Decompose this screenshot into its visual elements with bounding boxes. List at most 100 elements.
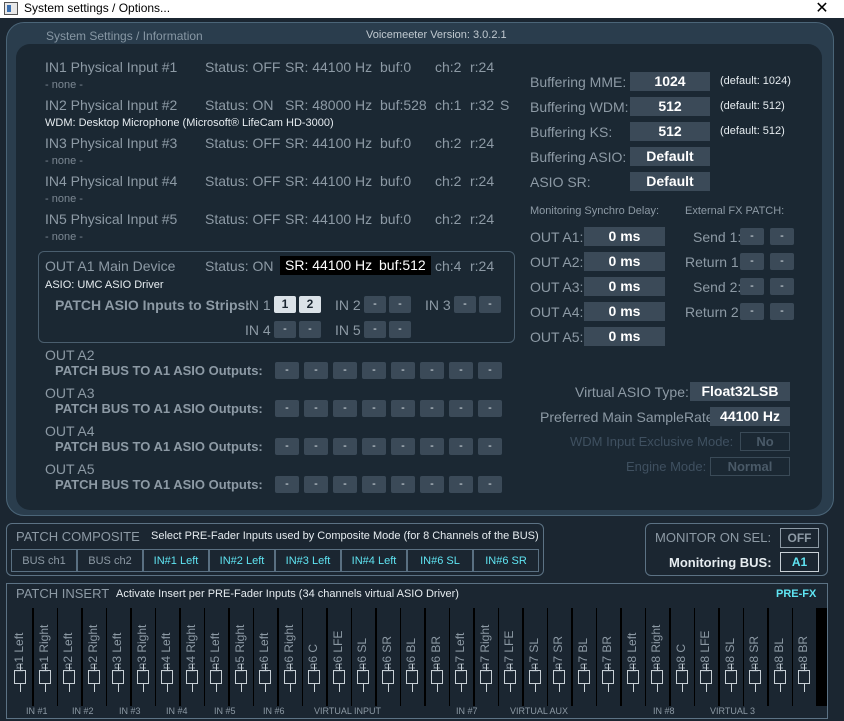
bus-patch-button[interactable]: -: [304, 438, 328, 455]
fx-patch-button[interactable]: -: [770, 228, 794, 245]
insert-checkbox[interactable]: [161, 670, 173, 684]
sync-delay-value[interactable]: 0 ms: [584, 227, 665, 246]
composite-channel-button[interactable]: IN#2 Left: [209, 549, 275, 572]
insert-checkbox[interactable]: [88, 670, 100, 684]
insert-checkbox[interactable]: [382, 670, 394, 684]
close-icon[interactable]: ✕: [800, 0, 844, 18]
insert-checkbox[interactable]: [14, 670, 26, 684]
insert-checkbox[interactable]: [406, 670, 418, 684]
bus-patch-button[interactable]: -: [333, 476, 357, 493]
insert-checkbox[interactable]: [504, 670, 516, 684]
strip-patch-button[interactable]: -: [454, 296, 476, 313]
insert-checkbox[interactable]: [749, 670, 761, 684]
bus-patch-button[interactable]: -: [275, 438, 299, 455]
insert-checkbox[interactable]: [137, 670, 149, 684]
insert-checkbox[interactable]: [284, 670, 296, 684]
insert-checkbox[interactable]: [112, 670, 124, 684]
strip-patch-button[interactable]: -: [389, 321, 411, 338]
composite-channel-button[interactable]: IN#6 SL: [407, 549, 473, 572]
monitor-on-sel-toggle[interactable]: OFF: [780, 528, 819, 548]
buffering-value[interactable]: 512: [630, 97, 710, 116]
strip-patch-button[interactable]: 2: [299, 296, 321, 313]
bus-patch-button[interactable]: -: [478, 476, 502, 493]
bus-patch-button[interactable]: -: [478, 400, 502, 417]
insert-checkbox[interactable]: [235, 670, 247, 684]
strip-patch-button[interactable]: 1: [274, 296, 296, 313]
buffering-value[interactable]: 512: [630, 122, 710, 141]
sync-delay-value[interactable]: 0 ms: [584, 252, 665, 271]
insert-checkbox[interactable]: [259, 670, 271, 684]
strip-patch-button[interactable]: -: [364, 321, 386, 338]
sync-delay-value[interactable]: 0 ms: [584, 277, 665, 296]
insert-checkbox[interactable]: [578, 670, 590, 684]
fx-patch-button[interactable]: -: [740, 228, 764, 245]
bus-patch-button[interactable]: -: [362, 476, 386, 493]
insert-checkbox[interactable]: [39, 670, 51, 684]
insert-checkbox[interactable]: [602, 670, 614, 684]
bus-patch-button[interactable]: -: [449, 438, 473, 455]
buffering-value[interactable]: Default: [630, 147, 710, 166]
bus-patch-button[interactable]: -: [362, 438, 386, 455]
bus-patch-button[interactable]: -: [333, 362, 357, 379]
insert-checkbox[interactable]: [798, 670, 810, 684]
bus-patch-button[interactable]: -: [275, 400, 299, 417]
insert-checkbox[interactable]: [676, 670, 688, 684]
strip-patch-button[interactable]: -: [479, 296, 501, 313]
insert-checkbox[interactable]: [627, 670, 639, 684]
insert-checkbox[interactable]: [651, 670, 663, 684]
bus-patch-button[interactable]: -: [275, 476, 299, 493]
fx-patch-button[interactable]: -: [740, 278, 764, 295]
fx-patch-button[interactable]: -: [770, 278, 794, 295]
composite-channel-button[interactable]: BUS ch2: [77, 549, 143, 572]
bus-patch-button[interactable]: -: [333, 400, 357, 417]
bus-patch-button[interactable]: -: [391, 400, 415, 417]
bus-patch-button[interactable]: -: [304, 400, 328, 417]
bus-patch-button[interactable]: -: [420, 362, 444, 379]
strip-patch-button[interactable]: -: [274, 321, 296, 338]
insert-checkbox[interactable]: [700, 670, 712, 684]
bus-patch-button[interactable]: -: [420, 438, 444, 455]
composite-channel-button[interactable]: IN#1 Left: [143, 549, 209, 572]
strip-patch-button[interactable]: -: [389, 296, 411, 313]
composite-channel-button[interactable]: IN#6 SR: [473, 549, 539, 572]
insert-checkbox[interactable]: [431, 670, 443, 684]
bus-patch-button[interactable]: -: [362, 362, 386, 379]
fx-patch-button[interactable]: -: [770, 303, 794, 320]
bus-patch-button[interactable]: -: [304, 362, 328, 379]
insert-checkbox[interactable]: [333, 670, 345, 684]
bus-patch-button[interactable]: -: [449, 400, 473, 417]
bus-patch-button[interactable]: -: [391, 476, 415, 493]
engine-mode-select[interactable]: Normal: [710, 457, 790, 476]
bus-patch-button[interactable]: -: [304, 476, 328, 493]
fx-patch-button[interactable]: -: [740, 303, 764, 320]
bus-patch-button[interactable]: -: [478, 362, 502, 379]
preferred-sr-select[interactable]: 44100 Hz: [710, 407, 790, 426]
buffering-value[interactable]: 1024: [630, 72, 710, 91]
virtual-asio-type-select[interactable]: Float32LSB: [690, 382, 790, 401]
insert-checkbox[interactable]: [186, 670, 198, 684]
bus-patch-button[interactable]: -: [391, 438, 415, 455]
insert-checkbox[interactable]: [357, 670, 369, 684]
bus-patch-button[interactable]: -: [420, 400, 444, 417]
insert-checkbox[interactable]: [210, 670, 222, 684]
bus-patch-button[interactable]: -: [391, 362, 415, 379]
composite-channel-button[interactable]: IN#4 Left: [341, 549, 407, 572]
fx-patch-button[interactable]: -: [770, 253, 794, 270]
bus-patch-button[interactable]: -: [333, 438, 357, 455]
composite-channel-button[interactable]: BUS ch1: [11, 549, 77, 572]
bus-patch-button[interactable]: -: [449, 362, 473, 379]
insert-checkbox[interactable]: [529, 670, 541, 684]
fx-patch-button[interactable]: -: [740, 253, 764, 270]
strip-patch-button[interactable]: -: [364, 296, 386, 313]
bus-patch-button[interactable]: -: [275, 362, 299, 379]
composite-channel-button[interactable]: IN#3 Left: [275, 549, 341, 572]
sync-delay-value[interactable]: 0 ms: [584, 302, 665, 321]
bus-patch-button[interactable]: -: [449, 476, 473, 493]
insert-checkbox[interactable]: [455, 670, 467, 684]
buffering-value[interactable]: Default: [630, 172, 710, 191]
sync-delay-value[interactable]: 0 ms: [584, 327, 665, 346]
bus-patch-button[interactable]: -: [478, 438, 502, 455]
insert-checkbox[interactable]: [308, 670, 320, 684]
monitoring-bus-select[interactable]: A1: [780, 552, 819, 572]
bus-patch-button[interactable]: -: [362, 400, 386, 417]
